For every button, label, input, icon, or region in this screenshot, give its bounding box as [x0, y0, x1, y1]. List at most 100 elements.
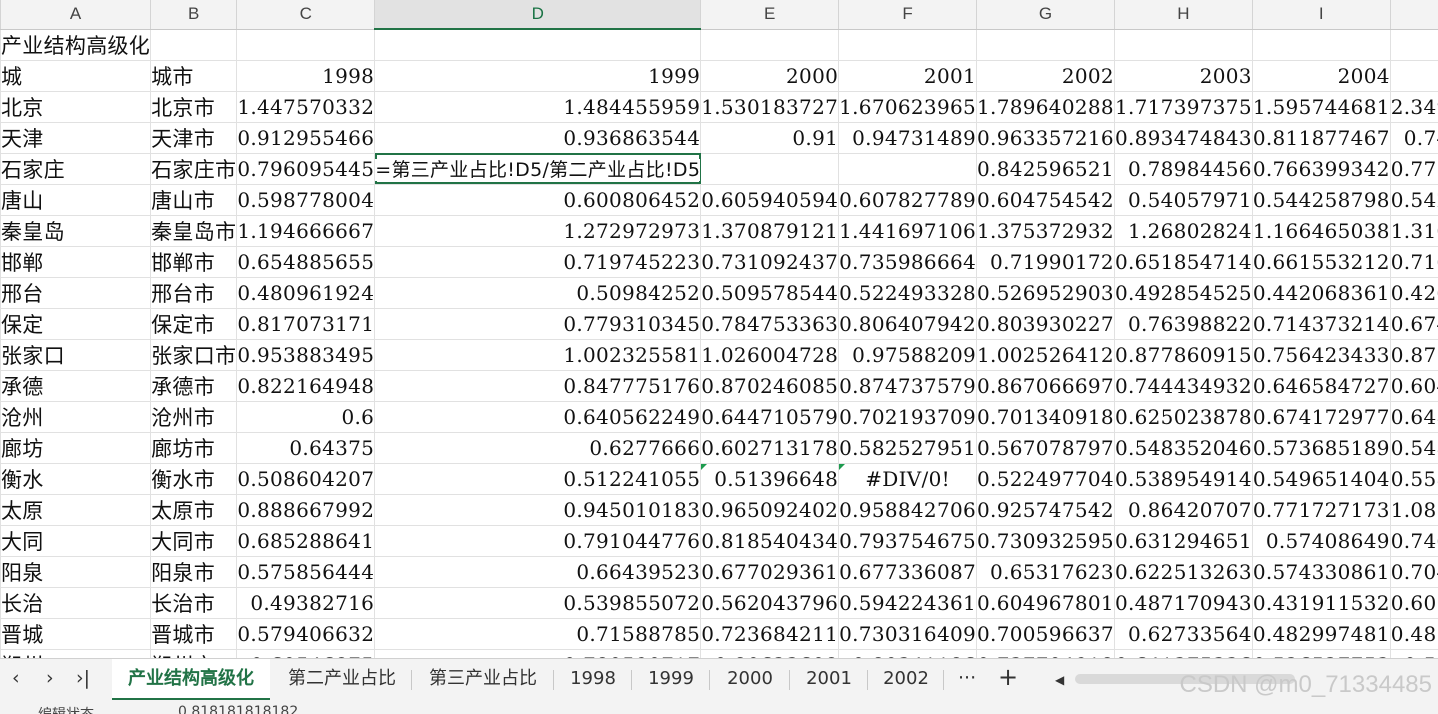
cell[interactable] [374, 29, 702, 61]
city-full-cell[interactable]: 太原市 [150, 494, 238, 526]
value-cell[interactable]: 0.604829211 [1390, 370, 1438, 402]
value-cell[interactable]: 0.847775176 [374, 370, 702, 402]
value-cell[interactable]: 0.91 [700, 122, 840, 154]
value-cell[interactable]: 0.867066697 [976, 370, 1115, 402]
city-full-cell[interactable]: 唐山市 [150, 184, 238, 216]
value-cell[interactable]: 0.539855072 [374, 587, 702, 619]
cell[interactable] [236, 29, 376, 61]
value-cell[interactable]: 2.349643221 [1390, 91, 1438, 123]
value-cell[interactable]: 0.888667992 [236, 494, 376, 526]
city-full-cell[interactable]: 承德市 [150, 370, 238, 402]
value-cell[interactable]: 0.730932595 [976, 525, 1115, 557]
city-full-cell[interactable]: 大同市 [150, 525, 238, 557]
value-cell[interactable]: 0.548899982 [1390, 432, 1438, 464]
value-cell[interactable]: 0.487170943 [1114, 587, 1253, 619]
value-cell[interactable]: 0.651854714 [1114, 246, 1253, 278]
header-year[interactable]: 1999 [374, 60, 702, 92]
value-cell[interactable]: 0.512241055 [374, 463, 702, 495]
sheet-tab[interactable]: 1999 [632, 659, 710, 701]
header-city-short[interactable]: 城 [0, 60, 152, 92]
city-full-cell[interactable]: 朔州市 [150, 649, 238, 658]
value-cell[interactable]: 1.26802824 [1114, 215, 1253, 247]
title-cell[interactable]: 产业结构高级化 [0, 29, 152, 61]
value-cell[interactable]: 0.509578544 [700, 277, 840, 309]
value-cell[interactable]: 0.485972569 [1390, 618, 1438, 650]
sheet-tab[interactable]: 2002 [868, 659, 944, 701]
value-cell[interactable]: 0.912955466 [236, 122, 376, 154]
cell[interactable] [1252, 29, 1391, 61]
value-cell[interactable]: 0.677336087 [838, 556, 978, 588]
value-cell[interactable]: 0.735986664 [838, 246, 978, 278]
city-cell[interactable]: 邯郸 [0, 246, 152, 278]
value-cell[interactable]: 0.558806872 [1390, 463, 1438, 495]
cell[interactable] [700, 153, 840, 185]
header-year[interactable]: 2003 [1114, 60, 1253, 92]
city-cell[interactable]: 长治 [0, 587, 152, 619]
column-header-c[interactable]: C [236, 0, 376, 30]
value-cell[interactable]: 0.870246085 [700, 370, 840, 402]
value-cell[interactable]: 0.822164948 [236, 370, 376, 402]
value-cell[interactable]: 0.784753363 [700, 308, 840, 340]
city-full-cell[interactable]: 天津市 [150, 122, 238, 154]
value-cell[interactable]: 0.78984456 [1114, 153, 1253, 185]
value-cell[interactable]: 0.548352046 [1114, 432, 1253, 464]
value-cell[interactable]: 1.002526412 [976, 339, 1115, 371]
value-cell[interactable]: 1.370879121 [700, 215, 840, 247]
value-cell[interactable]: 0.963357216 [976, 122, 1115, 154]
value-cell[interactable]: 0.549651404 [1252, 463, 1391, 495]
value-cell[interactable]: 1.026004728 [700, 339, 840, 371]
sheet-tab[interactable]: 1998 [554, 659, 632, 701]
value-cell[interactable]: 0.958842706 [838, 494, 978, 526]
value-cell[interactable]: 0.603561549 [1390, 587, 1438, 619]
value-cell[interactable]: 0.723684211 [700, 618, 840, 650]
value-cell[interactable]: 0.51396648 [700, 463, 840, 495]
value-cell[interactable]: 0.646584727 [1252, 370, 1391, 402]
sheet-tab-active[interactable]: 产业结构高级化 [112, 659, 270, 701]
city-cell[interactable]: 太原 [0, 494, 152, 526]
value-cell[interactable]: 0.50984252 [374, 277, 702, 309]
value-cell[interactable]: 0.62733564 [1114, 618, 1253, 650]
value-cell[interactable]: 0.811877467 [1252, 122, 1391, 154]
value-cell[interactable]: 0.818540434 [700, 525, 840, 557]
value-cell[interactable]: 0.953883495 [236, 339, 376, 371]
value-cell[interactable]: 1.595744681 [1252, 91, 1391, 123]
tab-last-button[interactable]: ›| [76, 667, 90, 689]
value-cell[interactable]: 0.575856444 [236, 556, 376, 588]
value-cell[interactable]: 0.806407942 [838, 308, 978, 340]
cell[interactable] [700, 29, 840, 61]
value-cell[interactable]: 0.526952903 [976, 277, 1115, 309]
value-cell[interactable]: 0.71990172 [976, 246, 1115, 278]
column-header-i[interactable]: I [1252, 0, 1391, 30]
column-header-j[interactable]: J [1390, 0, 1438, 30]
column-header-f[interactable]: F [838, 0, 978, 30]
value-cell[interactable]: 0.604967801 [976, 587, 1115, 619]
column-header-d[interactable]: D [374, 0, 702, 30]
value-cell[interactable]: 0.702193709 [838, 401, 978, 433]
header-city[interactable]: 城市 [150, 60, 238, 92]
value-cell[interactable]: 0.567078797 [976, 432, 1115, 464]
value-cell[interactable]: 0.716500994 [1390, 246, 1438, 278]
city-cell[interactable]: 沧州 [0, 401, 152, 433]
value-cell[interactable]: 0.701340918 [976, 401, 1115, 433]
value-cell[interactable]: 0.71588785 [374, 618, 702, 650]
cell[interactable] [838, 29, 978, 61]
city-cell[interactable]: 石家庄 [0, 153, 152, 185]
value-cell[interactable]: 0.64375 [236, 432, 376, 464]
more-tabs-button[interactable]: ··· [958, 667, 976, 689]
value-cell[interactable]: 0.74797187 [1390, 122, 1438, 154]
value-cell[interactable]: 0.730316409 [838, 618, 978, 650]
header-year[interactable]: 2002 [976, 60, 1115, 92]
value-cell[interactable]: 0.508604207 [236, 463, 376, 495]
header-year[interactable]: 2004 [1252, 60, 1391, 92]
value-cell[interactable]: 0.674172977 [1252, 401, 1391, 433]
value-cell[interactable]: 0.522493328 [838, 277, 978, 309]
value-cell[interactable]: 0.779310345 [374, 308, 702, 340]
tab-prev-button[interactable]: ‹ [12, 667, 20, 689]
value-cell[interactable]: 0.780590717 [374, 649, 702, 658]
city-cell[interactable]: 唐山 [0, 184, 152, 216]
value-cell[interactable]: 0.677029361 [700, 556, 840, 588]
value-cell[interactable]: 0.622513263 [1114, 556, 1253, 588]
value-cell[interactable]: 1.789640288 [976, 91, 1115, 123]
header-year[interactable]: 2001 [838, 60, 978, 92]
value-cell[interactable]: 0.598778004 [236, 184, 376, 216]
